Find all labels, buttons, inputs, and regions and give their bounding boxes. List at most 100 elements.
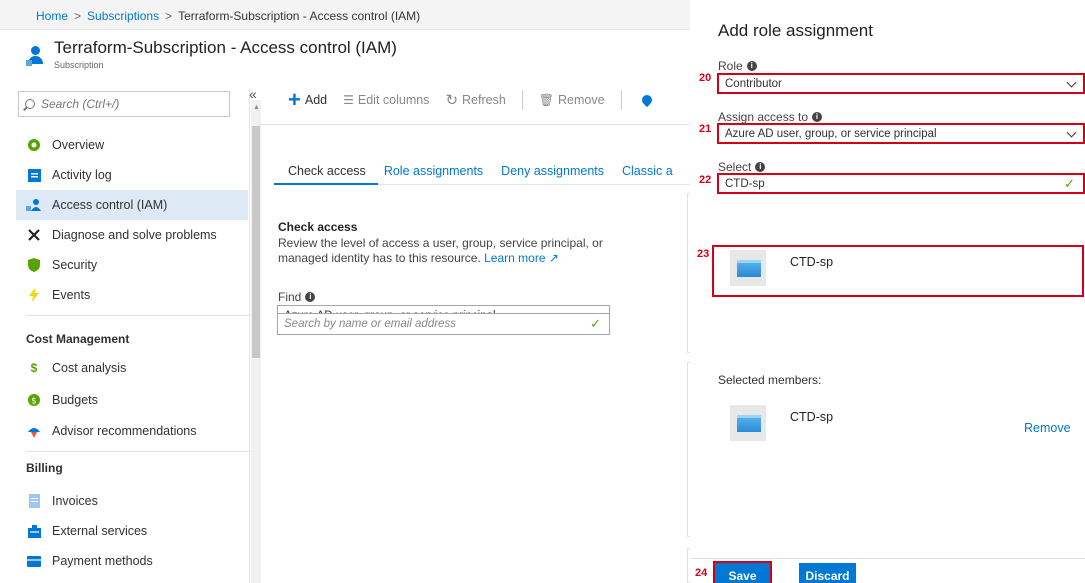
svg-text:$: $	[31, 397, 37, 407]
divider	[26, 451, 252, 452]
role-label: Role i	[718, 59, 757, 73]
page-header: Terraform-Subscription - Access control …	[26, 38, 397, 82]
tab-classic-administrators[interactable]: Classic a	[622, 164, 673, 178]
sidebar-item-cost-analysis[interactable]: $ Cost analysis	[16, 353, 248, 383]
sidebar-item-label: Budgets	[52, 393, 98, 407]
step-number: 22	[699, 174, 712, 186]
refresh-button[interactable]: ↻ Refresh	[445, 91, 505, 109]
selected-member-item: CTD-sp	[730, 405, 833, 441]
step-number: 20	[699, 72, 712, 84]
find-label-text: Find	[278, 290, 302, 304]
active-tab-indicator	[274, 183, 378, 185]
refresh-icon: ↻	[445, 92, 459, 109]
budget-icon: $	[26, 393, 42, 407]
sidebar-item-access-control[interactable]: Access control (IAM)	[16, 190, 248, 220]
sidebar-item-label: Security	[52, 258, 98, 272]
role-label-text: Role	[718, 59, 743, 73]
sidebar-item-security[interactable]: Security	[16, 250, 248, 280]
select-member-value: CTD-sp	[725, 177, 765, 190]
assign-access-dropdown[interactable]: Azure AD user, group, or service princip…	[717, 123, 1085, 144]
sidebar-search-placeholder: Search (Ctrl+/)	[41, 97, 120, 111]
sidebar-search-input[interactable]: Search (Ctrl+/)	[18, 91, 230, 117]
invoice-icon	[26, 494, 42, 508]
external-services-icon	[26, 524, 42, 538]
add-label: Add	[304, 93, 328, 107]
search-by-name-input[interactable]: Search by name or email address ✓	[277, 313, 610, 335]
sidebar-scrollbar[interactable]: ▲	[251, 100, 261, 583]
add-button[interactable]: + Add	[288, 89, 328, 111]
learn-more-link[interactable]: Learn more ↗	[484, 251, 559, 265]
role-dropdown[interactable]: Contributor	[717, 73, 1085, 94]
toolbar-separator	[620, 90, 622, 110]
sidebar-item-label: Advisor recommendations	[52, 424, 197, 438]
page-title: Terraform-Subscription - Access control …	[54, 38, 397, 58]
divider	[258, 124, 690, 125]
learn-more-label: Learn more	[484, 251, 546, 265]
columns-icon: ☰	[343, 93, 354, 107]
chevron-down-icon	[1066, 127, 1077, 138]
edit-columns-label: Edit columns	[357, 93, 430, 107]
breadcrumb-current: Terraform-Subscription - Access control …	[178, 9, 421, 23]
sidebar-item-label: Invoices	[52, 494, 98, 508]
find-label: Find i	[278, 290, 316, 304]
feedback-icon[interactable]	[639, 92, 654, 108]
info-icon[interactable]: i	[812, 112, 823, 122]
scroll-up-icon[interactable]: ▲	[253, 104, 260, 111]
iam-icon	[26, 198, 42, 212]
check-access-description: Review the level of access a user, group…	[278, 236, 618, 266]
add-role-assignment-blade: Add role assignment Role i 20 Contributo…	[690, 0, 1085, 583]
assign-access-label: Assign access to i	[718, 110, 823, 124]
tab-check-access[interactable]: Check access	[288, 164, 366, 178]
remove-label: Remove	[558, 93, 605, 107]
info-icon[interactable]: i	[755, 162, 766, 172]
sidebar-item-invoices[interactable]: Invoices	[16, 486, 248, 516]
remove-button[interactable]: 🗑 Remove	[539, 93, 605, 107]
overview-icon	[26, 138, 42, 152]
divider	[26, 315, 252, 316]
breadcrumb-subscriptions[interactable]: Subscriptions	[87, 9, 159, 23]
edit-columns-button[interactable]: ☰ Edit columns	[343, 93, 429, 107]
search-by-name-placeholder: Search by name or email address	[284, 318, 456, 330]
sidebar: Search (Ctrl+/) « Overview Activity log …	[16, 86, 257, 583]
role-value: Contributor	[725, 77, 782, 90]
sidebar-item-activity-log[interactable]: Activity log	[16, 160, 248, 190]
sidebar-item-payment-methods[interactable]: Payment methods	[16, 546, 248, 576]
section-heading-cost: Cost Management	[26, 332, 130, 346]
lightning-icon	[26, 288, 42, 302]
sidebar-item-external-services[interactable]: External services	[16, 516, 248, 546]
divider	[690, 558, 1085, 559]
activity-log-icon	[26, 168, 42, 182]
sidebar-item-label: External services	[52, 524, 148, 538]
discard-button[interactable]: Discard	[799, 563, 856, 583]
iam-icon	[26, 46, 48, 68]
remove-member-link[interactable]: Remove	[1024, 421, 1071, 435]
page-title-name: Terraform-Subscription	[54, 38, 226, 57]
selected-member-name: CTD-sp	[790, 410, 834, 424]
page-title-suffix: - Access control (IAM)	[230, 38, 397, 57]
sidebar-item-budgets[interactable]: $ Budgets	[16, 385, 248, 415]
tab-deny-assignments[interactable]: Deny assignments	[501, 164, 604, 178]
info-icon[interactable]: i	[305, 292, 316, 302]
payment-icon	[26, 554, 42, 568]
sidebar-item-events[interactable]: Events	[16, 280, 248, 310]
sidebar-item-advisor[interactable]: Advisor recommendations	[16, 416, 248, 446]
command-bar: + Add ☰ Edit columns ↻ Refresh 🗑 Remove	[288, 88, 654, 112]
sidebar-item-overview[interactable]: Overview	[16, 130, 248, 160]
info-icon[interactable]: i	[746, 61, 757, 71]
save-button[interactable]: Save	[713, 561, 772, 583]
scrollbar-thumb[interactable]	[252, 126, 260, 358]
step-number: 21	[699, 123, 712, 135]
search-result-item[interactable]: CTD-sp	[730, 250, 833, 286]
checkmark-icon: ✓	[1064, 175, 1075, 191]
sidebar-item-label: Activity log	[52, 168, 112, 182]
tab-role-assignments[interactable]: Role assignments	[384, 164, 483, 178]
selected-members-label: Selected members:	[718, 373, 822, 387]
sidebar-item-diagnose[interactable]: Diagnose and solve problems	[16, 220, 248, 250]
step-number: 23	[697, 248, 710, 260]
tab-bar: Check access Role assignments Deny assig…	[288, 164, 691, 178]
blade-title: Add role assignment	[718, 21, 873, 40]
check-access-heading: Check access	[278, 220, 358, 234]
chevron-down-icon	[1066, 77, 1077, 88]
select-member-input[interactable]: CTD-sp ✓	[717, 173, 1085, 194]
breadcrumb-home[interactable]: Home	[36, 9, 68, 23]
